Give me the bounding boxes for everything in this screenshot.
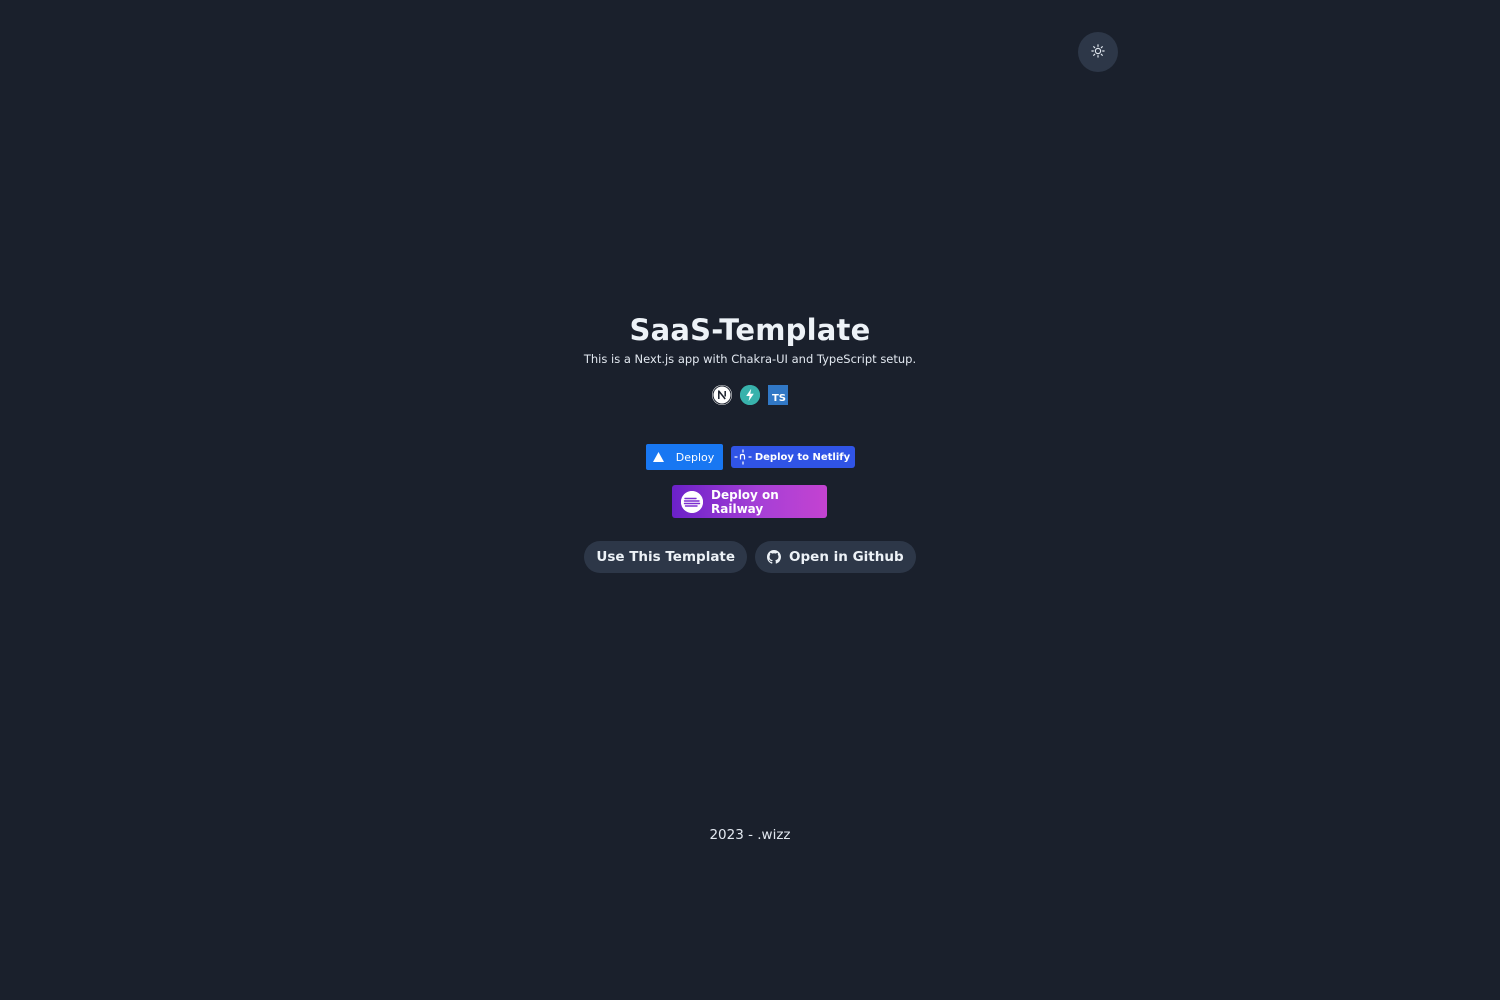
use-template-label: Use This Template xyxy=(596,549,736,565)
chakra-logo-icon xyxy=(740,385,760,405)
deploy-vercel-button[interactable]: Deploy xyxy=(645,444,723,470)
deploy-buttons-row: Deploy Deploy to Netlify xyxy=(0,444,1500,470)
netlify-logo-icon xyxy=(731,446,755,468)
deploy-vercel-label: Deploy xyxy=(675,450,715,464)
railway-logo-icon xyxy=(681,490,703,513)
open-github-label: Open in Github xyxy=(789,549,904,565)
action-buttons-row: Use This Template Open in Github xyxy=(0,541,1500,573)
footer-text: 2023 - .wizz xyxy=(709,827,791,843)
theme-toggle-button[interactable] xyxy=(1078,32,1118,72)
page-title: SaaS-Template xyxy=(629,313,871,347)
vercel-triangle-icon xyxy=(646,444,672,470)
typescript-logo-text: TS xyxy=(771,393,786,404)
nextjs-logo-icon xyxy=(712,385,732,405)
page-subtitle: This is a Next.js app with Chakra-UI and… xyxy=(583,352,917,366)
tech-stack-icons: TS xyxy=(0,385,1500,405)
open-github-button[interactable]: Open in Github xyxy=(755,541,916,573)
deploy-railway-button[interactable]: Deploy on Railway xyxy=(672,485,827,518)
use-template-button[interactable]: Use This Template xyxy=(584,541,748,573)
deploy-netlify-label: Deploy to Netlify xyxy=(754,451,851,463)
deploy-railway-label: Deploy on Railway xyxy=(711,487,779,516)
sun-icon xyxy=(1091,43,1105,62)
typescript-logo-icon: TS xyxy=(768,385,788,405)
deploy-netlify-button[interactable]: Deploy to Netlify xyxy=(730,446,855,468)
page: SaaS-Template This is a Next.js app with… xyxy=(0,0,1500,1000)
github-icon xyxy=(767,550,782,564)
